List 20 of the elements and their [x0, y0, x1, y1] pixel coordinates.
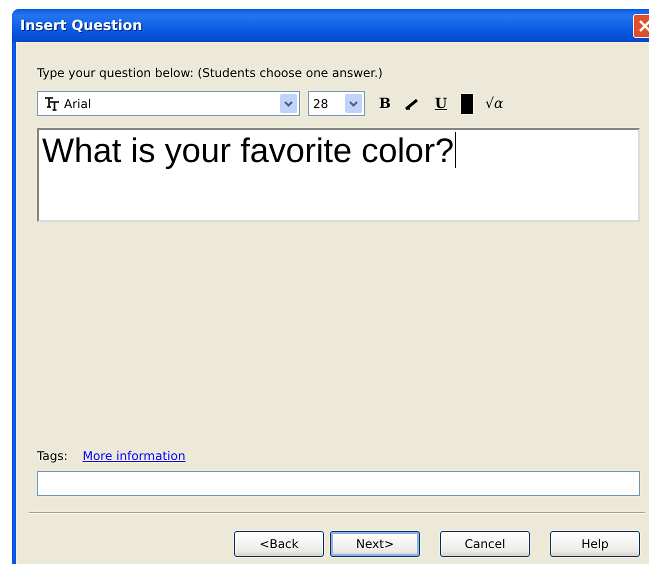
next-button[interactable]: Next> [330, 531, 420, 557]
tags-field[interactable] [37, 471, 640, 496]
instruction-text: Type your question below: (Students choose one answer.) [37, 66, 384, 80]
question-field[interactable]: What is your favorite color? [37, 128, 640, 222]
more-information-link[interactable]: More information [82, 449, 186, 463]
bold-button[interactable]: B [377, 96, 393, 112]
size-dropdown[interactable]: 28 [308, 91, 365, 116]
close-icon [639, 20, 649, 32]
font-icon [44, 96, 60, 110]
tags-label: Tags: [37, 449, 68, 463]
italic-icon[interactable] [404, 98, 421, 110]
window-title: Insert Question [20, 18, 142, 34]
text-color-swatch[interactable] [461, 94, 474, 114]
font-dropdown[interactable]: Arial [37, 91, 300, 116]
back-button[interactable]: <Back [234, 531, 324, 557]
cancel-button[interactable]: Cancel [440, 531, 530, 557]
help-button[interactable]: Help [550, 531, 640, 557]
equation-button[interactable]: √α [485, 96, 504, 112]
text-cursor [454, 132, 456, 168]
underline-button[interactable]: U [432, 96, 450, 112]
